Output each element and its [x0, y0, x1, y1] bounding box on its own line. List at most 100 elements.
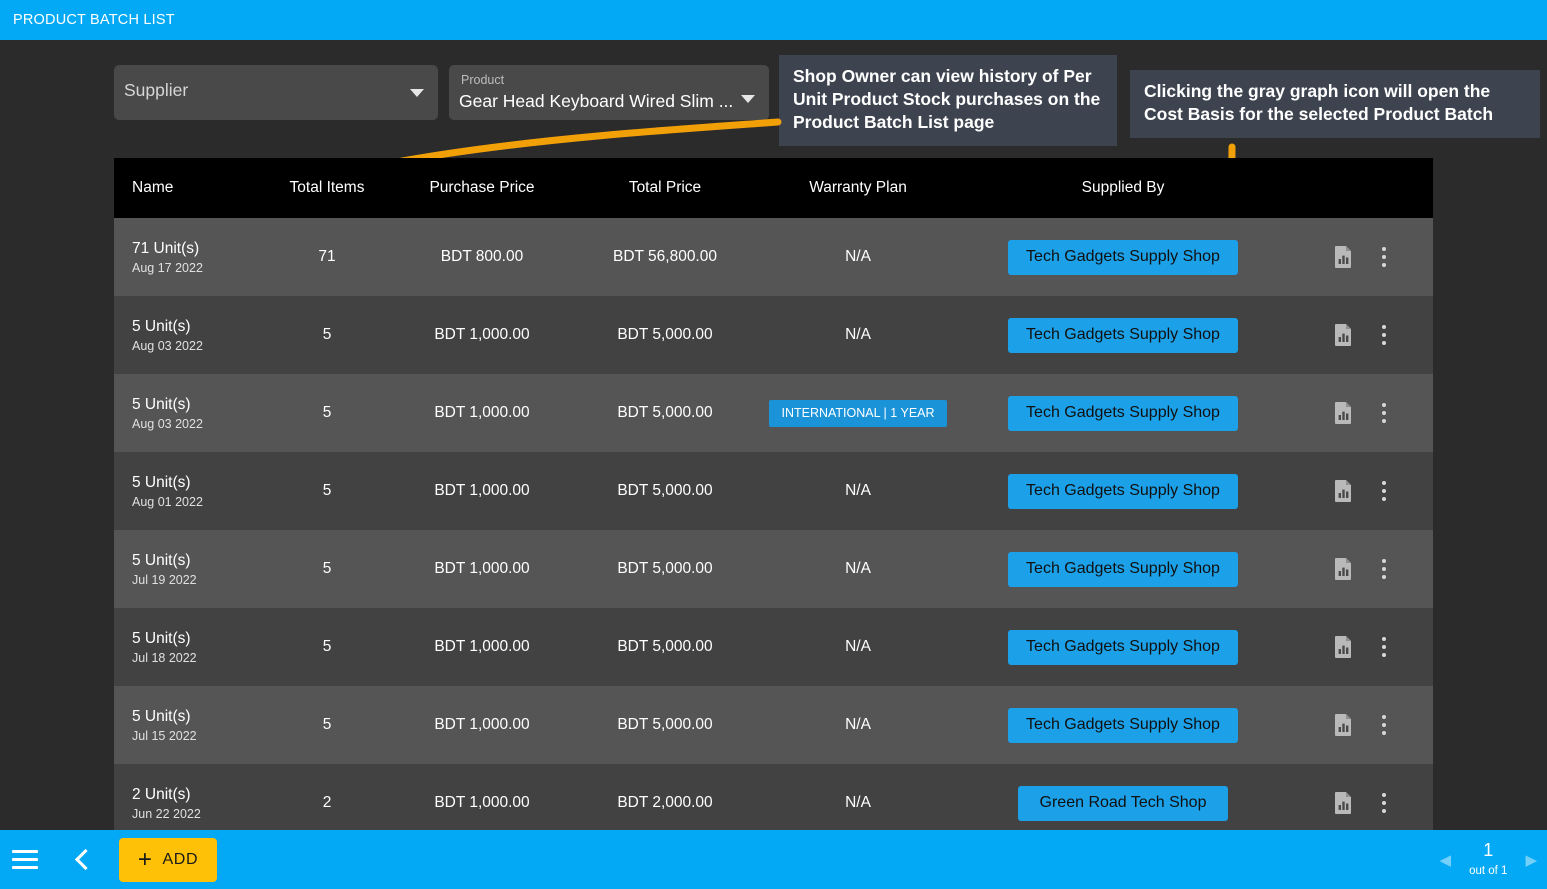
bottom-app-bar: + ADD ◀ 1 out of 1 ▶ — [0, 830, 1547, 889]
batch-date: Aug 03 2022 — [132, 417, 203, 432]
more-vertical-icon[interactable] — [1382, 637, 1386, 657]
more-vertical-icon[interactable] — [1382, 403, 1386, 423]
batch-date: Jun 22 2022 — [132, 807, 201, 822]
cell-purchase-price: BDT 1,000.00 — [434, 482, 530, 499]
cell-actions — [1288, 558, 1433, 580]
more-vertical-icon[interactable] — [1382, 793, 1386, 813]
batch-unit-count: 5 Unit(s) — [132, 473, 191, 491]
page-title: PRODUCT BATCH LIST — [13, 12, 175, 28]
warranty-value: N/A — [845, 794, 871, 811]
bar-chart-document-icon[interactable] — [1335, 558, 1352, 580]
plus-icon: + — [137, 845, 153, 873]
cell-name: 5 Unit(s) Aug 03 2022 — [114, 317, 262, 353]
cell-warranty-plan: N/A — [758, 326, 958, 344]
cell-total-price: BDT 5,000.00 — [617, 560, 713, 577]
more-vertical-icon[interactable] — [1382, 247, 1386, 267]
cell-total-price: BDT 5,000.00 — [617, 404, 713, 421]
supplier-button[interactable]: Tech Gadgets Supply Shop — [1008, 395, 1238, 431]
supplier-button[interactable]: Tech Gadgets Supply Shop — [1008, 239, 1238, 275]
annotation-history-note: Shop Owner can view history of Per Unit … — [779, 55, 1117, 147]
top-app-bar: PRODUCT BATCH LIST — [0, 0, 1547, 40]
cell-purchase-price: BDT 1,000.00 — [434, 326, 530, 343]
warranty-value: N/A — [845, 638, 871, 655]
chevron-down-icon — [410, 88, 424, 97]
cell-name: 5 Unit(s) Jul 19 2022 — [114, 551, 262, 587]
cell-name: 5 Unit(s) Jul 15 2022 — [114, 707, 262, 743]
hamburger-menu-icon[interactable] — [12, 850, 38, 869]
more-vertical-icon[interactable] — [1382, 325, 1386, 345]
batch-date: Jul 18 2022 — [132, 651, 197, 666]
table-row[interactable]: 5 Unit(s) Jul 19 2022 5 BDT 1,000.00 BDT 5,0… — [114, 530, 1433, 608]
cell-supplied-by: Green Road Tech Shop — [958, 785, 1288, 821]
add-button-label: ADD — [162, 850, 199, 868]
cell-purchase-price: BDT 1,000.00 — [434, 560, 530, 577]
chevron-left-icon[interactable] — [71, 849, 93, 871]
cell-total-items: 5 — [322, 404, 332, 421]
column-header-warranty-plan: Warranty Plan — [809, 179, 907, 196]
pagination-total-pages: out of 1 — [1469, 864, 1508, 877]
warranty-value: N/A — [845, 326, 871, 343]
supplier-button[interactable]: Tech Gadgets Supply Shop — [1008, 629, 1238, 665]
table-row[interactable]: 71 Unit(s) Aug 17 2022 71 BDT 800.00 BDT 56,… — [114, 218, 1433, 296]
cell-actions — [1288, 480, 1433, 502]
supplier-button[interactable]: Tech Gadgets Supply Shop — [1008, 317, 1238, 353]
supplier-button[interactable]: Tech Gadgets Supply Shop — [1008, 551, 1238, 587]
batch-unit-count: 2 Unit(s) — [132, 785, 191, 803]
table-row[interactable]: 5 Unit(s) Jul 18 2022 5 BDT 1,000.00 BDT 5,0… — [114, 608, 1433, 686]
cell-name: 71 Unit(s) Aug 17 2022 — [114, 239, 262, 275]
bar-chart-document-icon[interactable] — [1335, 246, 1352, 268]
cell-warranty-plan: N/A — [758, 482, 958, 500]
bar-chart-document-icon[interactable] — [1335, 714, 1352, 736]
product-batch-table: Name Total Items Purchase Price Total Pr… — [114, 158, 1433, 830]
bar-chart-document-icon[interactable] — [1335, 402, 1352, 424]
cell-actions — [1288, 636, 1433, 658]
bar-chart-document-icon[interactable] — [1335, 480, 1352, 502]
cell-name: 5 Unit(s) Jul 18 2022 — [114, 629, 262, 665]
batch-unit-count: 5 Unit(s) — [132, 395, 191, 413]
column-header-name: Name — [132, 179, 174, 196]
pagination-prev-icon[interactable]: ◀ — [1440, 851, 1452, 869]
supplier-button[interactable]: Green Road Tech Shop — [1018, 785, 1228, 821]
cell-total-items: 5 — [322, 482, 332, 499]
supplier-select[interactable]: Supplier — [114, 65, 438, 120]
cell-warranty-plan: INTERNATIONAL | 1 YEAR — [758, 399, 958, 427]
bar-chart-document-icon[interactable] — [1335, 636, 1352, 658]
cell-supplied-by: Tech Gadgets Supply Shop — [958, 395, 1288, 431]
supplier-button[interactable]: Tech Gadgets Supply Shop — [1008, 473, 1238, 509]
cell-total-items: 5 — [322, 560, 332, 577]
table-row[interactable]: 5 Unit(s) Aug 03 2022 5 BDT 1,000.00 BDT 5,0… — [114, 374, 1433, 452]
add-button[interactable]: + ADD — [119, 837, 217, 882]
table-body: 71 Unit(s) Aug 17 2022 71 BDT 800.00 BDT 56,… — [114, 218, 1433, 830]
batch-date: Jul 19 2022 — [132, 573, 197, 588]
cell-total-price: BDT 56,800.00 — [613, 248, 717, 265]
table-row[interactable]: 2 Unit(s) Jun 22 2022 2 BDT 1,000.00 BDT 2,0… — [114, 764, 1433, 830]
supplier-button[interactable]: Tech Gadgets Supply Shop — [1008, 707, 1238, 743]
cell-total-items: 5 — [322, 716, 332, 733]
cell-total-items: 5 — [322, 638, 332, 655]
cell-warranty-plan: N/A — [758, 248, 958, 266]
cell-name: 5 Unit(s) Aug 03 2022 — [114, 395, 262, 431]
cell-supplied-by: Tech Gadgets Supply Shop — [958, 629, 1288, 665]
pagination-next-icon[interactable]: ▶ — [1525, 851, 1537, 869]
pagination-status: 1 out of 1 — [1469, 840, 1508, 879]
table-row[interactable]: 5 Unit(s) Aug 01 2022 5 BDT 1,000.00 BDT 5,0… — [114, 452, 1433, 530]
cell-warranty-plan: N/A — [758, 794, 958, 812]
table-row[interactable]: 5 Unit(s) Jul 15 2022 5 BDT 1,000.00 BDT 5,0… — [114, 686, 1433, 764]
column-header-total-price: Total Price — [628, 179, 702, 196]
product-select[interactable]: Product Gear Head Keyboard Wired Slim ..… — [449, 65, 769, 120]
cell-total-items: 2 — [322, 794, 332, 811]
cell-actions — [1288, 402, 1433, 424]
column-header-purchase-price: Purchase Price — [429, 179, 535, 196]
table-row[interactable]: 5 Unit(s) Aug 03 2022 5 BDT 1,000.00 BDT 5,0… — [114, 296, 1433, 374]
more-vertical-icon[interactable] — [1382, 481, 1386, 501]
bar-chart-document-icon[interactable] — [1335, 324, 1352, 346]
more-vertical-icon[interactable] — [1382, 559, 1386, 579]
more-vertical-icon[interactable] — [1382, 715, 1386, 735]
cell-name: 2 Unit(s) Jun 22 2022 — [114, 785, 262, 821]
cell-purchase-price: BDT 800.00 — [440, 248, 524, 265]
cell-purchase-price: BDT 1,000.00 — [434, 716, 530, 733]
batch-date: Aug 01 2022 — [132, 495, 203, 510]
cell-purchase-price: BDT 1,000.00 — [434, 638, 530, 655]
bar-chart-document-icon[interactable] — [1335, 792, 1352, 814]
product-batch-list-page: PRODUCT BATCH LIST Supplier Product Gear… — [0, 0, 1547, 889]
